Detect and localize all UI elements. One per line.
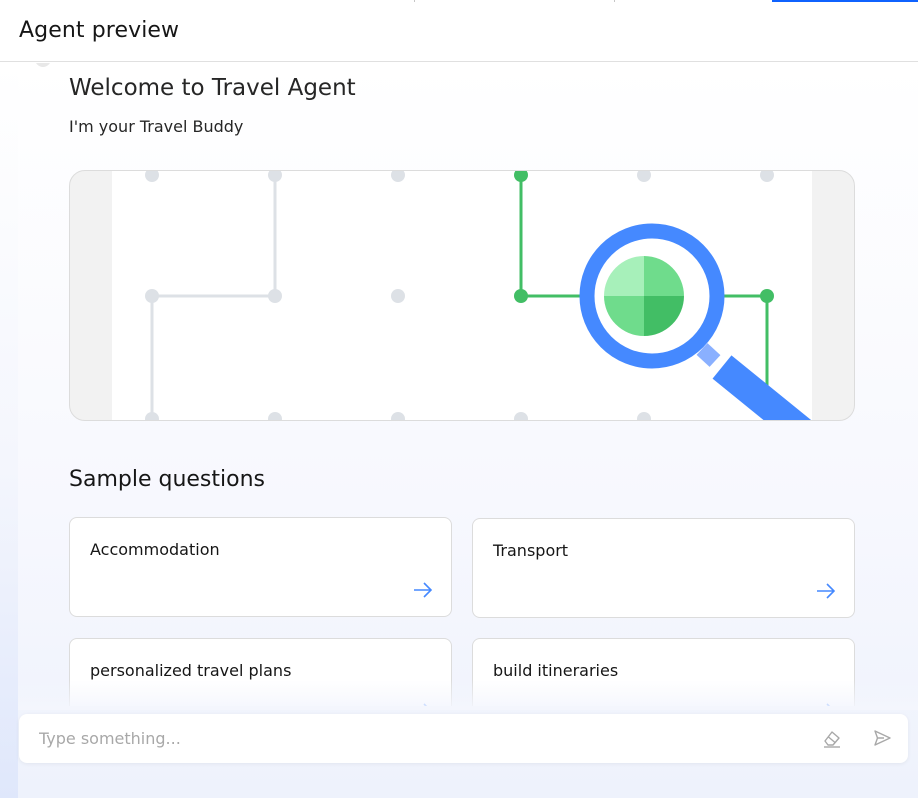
welcome-title: Welcome to Travel Agent — [69, 75, 356, 101]
hero-illustration — [112, 171, 812, 420]
preview-header: Agent preview — [0, 2, 918, 62]
sample-question-label: personalized travel plans — [90, 661, 292, 680]
sample-question-card[interactable]: Transport — [472, 518, 855, 618]
send-icon[interactable] — [872, 728, 892, 748]
welcome-subtitle: I'm your Travel Buddy — [69, 117, 244, 136]
page-title: Agent preview — [19, 18, 180, 43]
sample-question-label: build itineraries — [493, 661, 619, 680]
sample-question-card[interactable]: Accommodation — [69, 517, 452, 617]
sample-questions-title: Sample questions — [69, 467, 265, 492]
sample-question-label: Transport — [493, 541, 569, 560]
welcome-banner — [69, 170, 855, 421]
message-input[interactable] — [39, 726, 799, 750]
arrow-right-icon — [414, 582, 433, 598]
magnifier-network-illustration — [145, 171, 812, 420]
message-input-bar — [19, 714, 908, 763]
chat-area: Welcome to Travel Agent I'm your Travel … — [0, 63, 918, 798]
input-fade-overlay — [18, 680, 918, 710]
sample-question-label: Accommodation — [90, 540, 220, 559]
arrow-right-icon — [817, 583, 836, 599]
eraser-icon[interactable] — [822, 728, 842, 748]
sample-questions-grid: Accommodation Transport personalized tra… — [60, 509, 870, 706]
